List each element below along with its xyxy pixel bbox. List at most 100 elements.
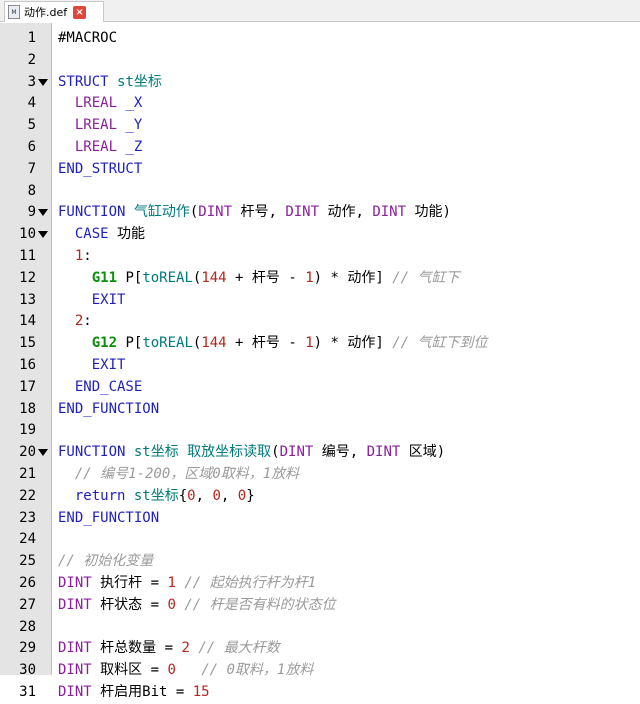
code-token: DINT xyxy=(198,204,241,221)
code-line[interactable]: 31 DINT 杆启用Bit = 15 xyxy=(0,682,640,704)
tab-file[interactable]: M 动作.def × xyxy=(4,1,104,22)
code-text: // 编号1-200，区域0取料，1放料 xyxy=(58,464,299,486)
code-token: CASE xyxy=(74,226,118,243)
code-line[interactable]: 3 STRUCT st坐标 xyxy=(0,72,640,94)
code-line[interactable]: 12 G11 P[toREAL(144 + 杆号 - 1) * 动作] // 气… xyxy=(0,268,640,290)
code-line[interactable]: 27 DINT 杆状态 = 0 // 杆是否有料的状态位 xyxy=(0,595,640,617)
code-line[interactable]: 22 return st坐标{0, 0, 0} xyxy=(0,486,640,508)
code-token: DINT xyxy=(58,640,101,657)
code-token: DINT xyxy=(58,683,101,700)
code-token: ) * 动作] xyxy=(313,335,393,352)
code-token: 1 xyxy=(305,335,314,352)
code-line[interactable]: 7 END_STRUCT xyxy=(0,159,640,181)
code-editor[interactable]: 1 #MACROC 2 3 STRUCT st坐标 4 LREAL _X 5 LREAL _… xyxy=(0,23,640,700)
code-line[interactable]: 10 CASE 功能 xyxy=(0,224,640,246)
code-line[interactable]: 5 LREAL _Y xyxy=(0,115,640,137)
code-token: 动作, xyxy=(327,204,373,221)
line-number: 22 xyxy=(19,487,36,504)
code-token: DINT xyxy=(372,204,415,221)
line-number: 14 xyxy=(19,313,36,330)
code-line[interactable]: 23 END_FUNCTION xyxy=(0,508,640,530)
line-number: 15 xyxy=(19,335,36,352)
line-number: 4 xyxy=(27,95,36,112)
code-token: ) * 动作] xyxy=(313,269,393,286)
line-number: 25 xyxy=(19,553,36,570)
code-line[interactable]: 6 LREAL _Z xyxy=(0,137,640,159)
code-text: CASE 功能 xyxy=(58,224,145,246)
code-token: 区域) xyxy=(408,444,446,461)
code-token: _Z xyxy=(125,138,143,155)
code-line[interactable]: 30 DINT 取料区 = 0 // 0取料，1放料 xyxy=(0,660,640,682)
line-number: 23 xyxy=(19,509,36,526)
code-text: LREAL _Y xyxy=(58,115,142,137)
code-token: FUNCTION xyxy=(58,444,134,461)
fold-toggle-icon[interactable] xyxy=(38,209,48,217)
code-token: // 0取料，1放料 xyxy=(201,662,314,679)
code-token: // 初始化变量 xyxy=(58,553,154,570)
code-line[interactable]: 20 FUNCTION st坐标 取放坐标读取(DINT 编号, DINT 区域) xyxy=(0,442,640,464)
code-text: STRUCT st坐标 xyxy=(58,72,162,94)
code-text: FUNCTION st坐标 取放坐标读取(DINT 编号, DINT 区域) xyxy=(58,442,445,464)
code-token: END_STRUCT xyxy=(58,160,143,177)
code-token: DINT xyxy=(58,574,101,591)
code-token: 0 xyxy=(167,596,176,613)
code-line[interactable]: 1 #MACROC xyxy=(0,28,640,50)
code-line[interactable]: 18 END_FUNCTION xyxy=(0,399,640,421)
line-number: 28 xyxy=(19,618,36,635)
line-number: 8 xyxy=(27,182,36,199)
fold-toggle-icon[interactable] xyxy=(38,449,48,457)
code-line[interactable]: 17 END_CASE xyxy=(0,377,640,399)
code-text: END_CASE xyxy=(58,377,142,399)
code-text: DINT 杆总数量 = 2 // 最大杆数 xyxy=(58,638,280,660)
code-token: END_FUNCTION xyxy=(58,400,160,417)
code-line[interactable]: 15 G12 P[toREAL(144 + 杆号 - 1) * 动作] // 气… xyxy=(0,333,640,355)
code-token: STRUCT xyxy=(58,73,118,90)
line-number: 13 xyxy=(19,291,36,308)
code-line[interactable]: 28 xyxy=(0,617,640,639)
code-line[interactable]: 9 FUNCTION 气缸动作(DINT 杆号, DINT 动作, DINT 功能… xyxy=(0,202,640,224)
code-token: 0 xyxy=(167,662,176,679)
code-token: 15 xyxy=(192,683,210,700)
code-line[interactable]: 25 // 初始化变量 xyxy=(0,551,640,573)
code-token: LREAL xyxy=(74,117,126,134)
fold-toggle-icon[interactable] xyxy=(38,231,48,239)
code-line[interactable]: 14 2: xyxy=(0,311,640,333)
code-line[interactable]: 29 DINT 杆总数量 = 2 // 最大杆数 xyxy=(0,638,640,660)
code-token: LREAL xyxy=(74,95,126,112)
line-number: 31 xyxy=(19,683,36,700)
close-icon[interactable]: × xyxy=(73,5,87,19)
code-token: FUNCTION xyxy=(58,204,134,221)
line-number: 2 xyxy=(27,51,36,68)
code-line[interactable]: 4 LREAL _X xyxy=(0,93,640,115)
code-text: DINT 杆启用Bit = 15 xyxy=(58,682,210,704)
code-token: LREAL xyxy=(74,138,126,155)
code-token: 0 xyxy=(212,487,221,504)
code-token: // 杆是否有料的状态位 xyxy=(184,596,336,613)
code-line[interactable]: 2 xyxy=(0,50,640,72)
tab-title: 动作.def xyxy=(24,6,68,19)
fold-toggle-icon[interactable] xyxy=(38,78,48,86)
code-token: 0 xyxy=(187,487,196,504)
code-line[interactable]: 19 xyxy=(0,420,640,442)
code-lines: 1 #MACROC 2 3 STRUCT st坐标 4 LREAL _X 5 LREAL _… xyxy=(0,28,640,704)
code-line[interactable]: 11 1: xyxy=(0,246,640,268)
file-icon: M xyxy=(8,5,20,19)
code-text: 2: xyxy=(58,311,92,333)
code-token: , xyxy=(195,487,213,504)
code-text: FUNCTION 气缸动作(DINT 杆号, DINT 动作, DINT 功能) xyxy=(58,202,451,224)
code-token: P[ xyxy=(117,269,143,286)
code-line[interactable]: 8 xyxy=(0,181,640,203)
code-line[interactable]: 24 xyxy=(0,529,640,551)
code-line[interactable]: 26 DINT 执行杆 = 1 // 起始执行杆为杆1 xyxy=(0,573,640,595)
code-line[interactable]: 21 // 编号1-200，区域0取料，1放料 xyxy=(0,464,640,486)
code-token: 杆状态 = xyxy=(100,596,168,613)
code-token: return xyxy=(74,487,134,504)
code-line[interactable]: 13 EXIT xyxy=(0,290,640,312)
code-token: DINT xyxy=(366,444,409,461)
code-line[interactable]: 16 EXIT xyxy=(0,355,640,377)
code-token: 2 xyxy=(181,640,190,657)
